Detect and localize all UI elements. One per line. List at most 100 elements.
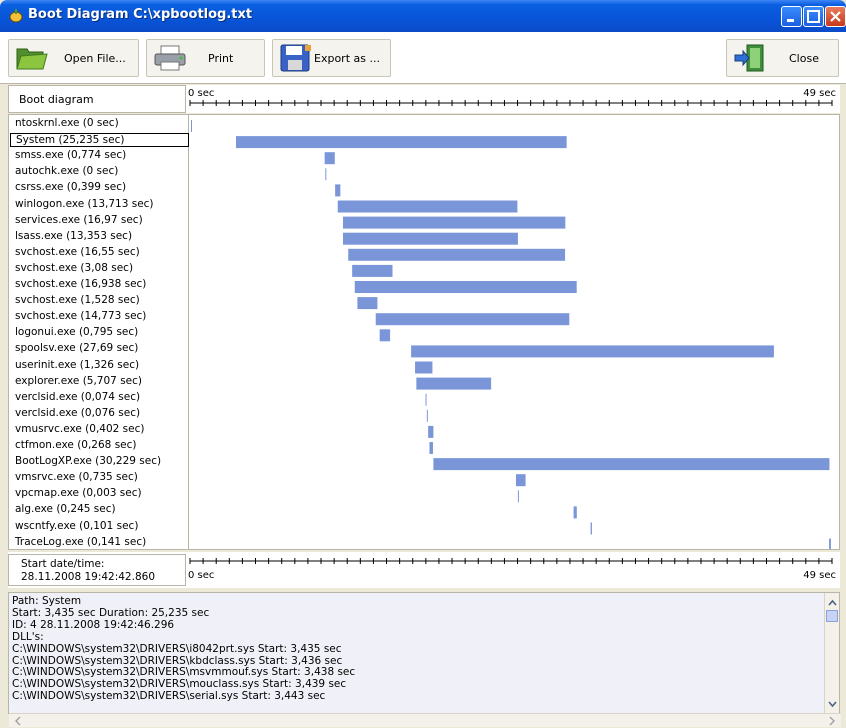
process-bar[interactable]	[829, 538, 831, 549]
process-bar[interactable]	[352, 264, 393, 277]
process-bar[interactable]	[411, 345, 774, 358]
process-row-label[interactable]: csrss.exe (0,399 sec)	[15, 181, 126, 193]
process-row-label[interactable]: logonui.exe (0,795 sec)	[15, 326, 138, 338]
process-row-label[interactable]: userinit.exe (1,326 sec)	[15, 359, 139, 371]
process-row-label[interactable]: services.exe (16,97 sec)	[15, 214, 143, 226]
process-bar[interactable]	[433, 458, 830, 471]
detail-line: C:\WINDOWS\system32\DRIVERS\kbdclass.sys…	[12, 654, 343, 667]
process-row-label[interactable]: vpcmap.exe (0,003 sec)	[15, 487, 142, 499]
process-name-list: ntoskrnl.exe (0 sec) System (25,235 sec) s…	[9, 115, 189, 549]
detail-line: ID: 4 28.11.2008 19:42:46.296	[12, 618, 175, 631]
process-row-label[interactable]: svchost.exe (16,938 sec)	[15, 278, 146, 290]
process-bars	[191, 120, 831, 549]
open-file-label: Open File...	[64, 52, 126, 65]
process-bar[interactable]	[375, 313, 570, 326]
app-icon	[9, 9, 23, 23]
export-label: Export as ...	[314, 52, 380, 65]
process-row-label[interactable]: svchost.exe (16,55 sec)	[15, 246, 140, 258]
details-panel[interactable]: Path: System Start: 3,435 sec Duration: 2…	[8, 592, 841, 727]
print-label: Print	[208, 52, 234, 65]
export-button[interactable]: Export as ...	[272, 39, 391, 77]
process-row-label[interactable]: vmsrvc.exe (0,735 sec)	[15, 471, 138, 483]
process-row-label[interactable]: winlogon.exe (13,713 sec)	[15, 198, 154, 210]
process-bar[interactable]	[515, 474, 526, 487]
process-bar[interactable]	[429, 442, 433, 454]
process-row-label[interactable]: autochk.exe (0 sec)	[15, 165, 118, 177]
process-row-label[interactable]: verclsid.exe (0,076 sec)	[15, 407, 140, 419]
process-bar[interactable]	[428, 425, 434, 438]
process-bar[interactable]	[335, 184, 341, 197]
detail-line: Path: System	[12, 595, 82, 607]
scroll-right-icon[interactable]	[825, 714, 839, 728]
maximize-icon	[807, 10, 820, 23]
process-row-label[interactable]: ctfmon.exe (0,268 sec)	[15, 439, 137, 451]
open-folder-icon	[16, 48, 48, 70]
process-row-label[interactable]: svchost.exe (1,528 sec)	[15, 294, 140, 306]
process-bar[interactable]	[337, 200, 518, 213]
process-bar[interactable]	[590, 522, 592, 535]
top-ruler-start-label: 0 sec	[188, 88, 214, 99]
process-bar[interactable]	[236, 136, 567, 149]
close-label: Close	[789, 52, 819, 65]
process-bar[interactable]	[325, 168, 327, 181]
process-row-label[interactable]: svchost.exe (14,773 sec)	[15, 310, 146, 322]
process-bar[interactable]	[425, 393, 427, 406]
bottom-ruler-row: Start date/time: 28.11.2008 19:42:42.860…	[8, 552, 840, 588]
detail-line: C:\WINDOWS\system32\DRIVERS\msvmmouf.sys…	[12, 666, 356, 679]
process-row-label[interactable]: svchost.exe (3,08 sec)	[15, 262, 133, 274]
process-bar[interactable]	[416, 377, 492, 390]
process-row-label[interactable]: verclsid.exe (0,074 sec)	[15, 391, 140, 403]
detail-line: C:\WINDOWS\system32\DRIVERS\i8042prt.sys…	[12, 642, 342, 655]
scroll-thumb[interactable]	[826, 610, 838, 622]
process-row-label[interactable]: ntoskrnl.exe (0 sec)	[15, 117, 119, 129]
save-disk-icon	[280, 44, 311, 72]
process-bar[interactable]	[348, 248, 566, 261]
process-bar[interactable]	[354, 281, 577, 293]
maximize-button[interactable]	[803, 6, 824, 27]
boot-diagram-window: Boot Diagram C:\xpbootlog.txt Open File.…	[0, 0, 846, 728]
title-bar[interactable]: Boot Diagram C:\xpbootlog.txt	[0, 0, 846, 32]
process-bar[interactable]	[342, 232, 518, 245]
minimize-button[interactable]	[781, 6, 802, 27]
process-bar[interactable]	[191, 120, 192, 132]
process-row-label[interactable]: explorer.exe (5,707 sec)	[15, 375, 142, 387]
bottom-ruler-end-label: 49 sec	[803, 570, 836, 581]
close-window-button[interactable]	[825, 6, 846, 27]
top-ruler-row: Boot diagram 0 sec 49 sec	[8, 85, 840, 113]
process-row-label[interactable]: System (25,235 sec)	[10, 133, 189, 148]
details-vertical-scrollbar[interactable]	[824, 593, 839, 713]
open-file-button[interactable]: Open File...	[8, 39, 139, 77]
minimize-icon	[787, 19, 794, 22]
process-bar[interactable]	[379, 329, 391, 342]
process-bar[interactable]	[357, 297, 378, 310]
process-row-label[interactable]: wscntfy.exe (0,101 sec)	[15, 520, 138, 532]
process-row-label[interactable]: spoolsv.exe (27,69 sec)	[15, 342, 138, 354]
process-bar[interactable]	[573, 506, 577, 519]
detail-line: C:\WINDOWS\system32\DRIVERS\serial.sys S…	[12, 690, 326, 703]
close-icon	[830, 11, 841, 22]
process-row-label[interactable]: vmusrvc.exe (0,402 sec)	[15, 423, 144, 435]
detail-line: Start: 3,435 sec Duration: 25,235 sec	[12, 606, 210, 619]
process-bar[interactable]	[517, 490, 519, 503]
close-button[interactable]: Close	[726, 39, 839, 77]
process-row-label[interactable]: alg.exe (0,245 sec)	[15, 503, 116, 515]
details-horizontal-scrollbar[interactable]	[9, 713, 841, 727]
start-datetime-caption: Start date/time:	[21, 558, 105, 570]
process-row-label[interactable]: lsass.exe (13,353 sec)	[15, 230, 132, 242]
scroll-up-icon[interactable]	[825, 595, 840, 610]
print-button[interactable]: Print	[146, 39, 265, 77]
process-row-label[interactable]: BootLogXP.exe (30,229 sec)	[15, 455, 161, 467]
process-bar[interactable]	[342, 216, 566, 229]
process-row-label[interactable]: TraceLog.exe (0,141 sec)	[15, 536, 146, 548]
detail-line: DLL's:	[12, 630, 44, 643]
window-title: Boot Diagram C:\xpbootlog.txt	[28, 7, 253, 22]
process-bar[interactable]	[426, 409, 428, 422]
process-bar[interactable]	[415, 361, 433, 374]
process-bar[interactable]	[324, 152, 335, 165]
scroll-down-icon[interactable]	[825, 696, 840, 711]
process-row-label[interactable]: smss.exe (0,774 sec)	[15, 149, 126, 161]
start-datetime: Start date/time: 28.11.2008 19:42:42.860	[8, 554, 186, 586]
toolbar: Open File... Print Export as ... Close	[0, 32, 846, 84]
exit-door-icon	[734, 44, 764, 72]
scroll-left-icon[interactable]	[11, 714, 25, 728]
